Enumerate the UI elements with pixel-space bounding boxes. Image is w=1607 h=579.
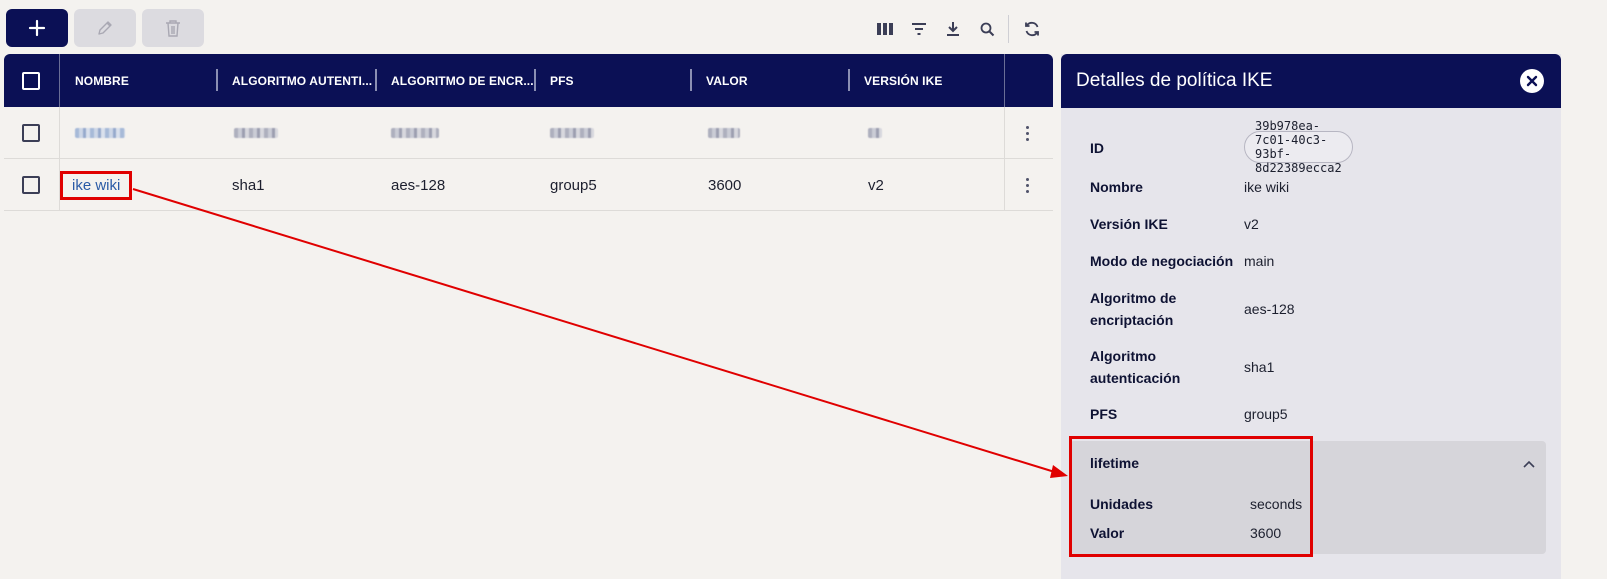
refresh-button[interactable]: [1015, 14, 1049, 44]
column-header-label: PFS: [550, 73, 574, 88]
field-value: ike wiki: [1244, 179, 1290, 195]
column-divider: [1004, 159, 1005, 211]
row-checkbox-cell: [22, 107, 40, 159]
row-cell-algoritmo-autenticacion: [234, 107, 278, 159]
refresh-icon: [1025, 21, 1039, 37]
ike-policies-table: NOMBRE ALGORITMO AUTENTI... ALGORITMO DE…: [4, 54, 1053, 211]
column-resizer[interactable]: [534, 69, 536, 91]
download-icon: [947, 22, 959, 36]
table-header: NOMBRE ALGORITMO AUTENTI... ALGORITMO DE…: [4, 54, 1053, 107]
column-header-nombre[interactable]: NOMBRE: [75, 54, 215, 107]
columns-button[interactable]: [868, 14, 902, 44]
column-divider: [1004, 54, 1005, 107]
field-label: PFS: [1090, 406, 1118, 422]
row-cell-algoritmo-autenticacion: sha1: [232, 176, 265, 194]
row-checkbox[interactable]: [22, 176, 40, 194]
columns-icon: [877, 23, 893, 35]
row-actions-button[interactable]: [1026, 159, 1029, 211]
pencil-icon: [98, 21, 112, 35]
chevron-up-icon: [1523, 460, 1535, 468]
row-cell-valor: [708, 107, 740, 159]
add-button[interactable]: [6, 9, 68, 47]
close-icon: [1526, 75, 1538, 87]
download-button[interactable]: [936, 14, 970, 44]
field-label: Algoritmo autenticación: [1090, 348, 1181, 386]
row-cell-algoritmo-encriptacion: aes-128: [391, 176, 446, 194]
column-header-label: VERSIÓN IKE: [864, 73, 943, 88]
filter-button[interactable]: [902, 14, 936, 44]
details-panel-title: Detalles de política IKE: [1076, 70, 1273, 91]
kebab-menu-icon: [1026, 125, 1029, 141]
collapse-button[interactable]: [1518, 453, 1540, 475]
column-resizer[interactable]: [690, 69, 692, 91]
field-value: sha1: [1244, 359, 1275, 375]
table-row[interactable]: ike wiki sha1 aes-128 group5 3600 v2: [4, 159, 1053, 211]
close-button[interactable]: [1520, 69, 1544, 93]
row-cell-version-ike: v2: [868, 176, 884, 194]
row-cell-nombre: ike wiki: [60, 159, 133, 211]
column-divider: [59, 54, 60, 107]
toolbar-divider: [1008, 15, 1009, 43]
redacted-text: [234, 128, 278, 138]
trash-icon: [166, 20, 180, 37]
column-header-algoritmo-encriptacion[interactable]: ALGORITMO DE ENCR...: [391, 54, 533, 107]
policy-name-link[interactable]: ike wiki: [60, 170, 133, 200]
redacted-text: [868, 128, 882, 138]
column-header-label: ALGORITMO DE ENCR...: [391, 73, 533, 88]
column-resizer[interactable]: [216, 69, 218, 91]
select-all-checkbox[interactable]: [22, 71, 40, 90]
filter-icon: [912, 23, 926, 35]
column-header-valor[interactable]: VALOR: [706, 54, 846, 107]
annotation-highlight-box: [1069, 436, 1313, 557]
column-header-label: NOMBRE: [75, 73, 129, 88]
field-label: Nombre: [1090, 179, 1143, 195]
column-header-label: ALGORITMO AUTENTI...: [232, 73, 373, 88]
row-cell-algoritmo-encriptacion: [391, 107, 439, 159]
table-row[interactable]: [4, 107, 1053, 159]
row-cell-nombre: [75, 107, 125, 159]
column-divider: [1004, 107, 1005, 159]
search-button[interactable]: [970, 14, 1004, 44]
column-resizer[interactable]: [375, 69, 377, 91]
delete-button[interactable]: [142, 9, 204, 47]
redacted-text: [708, 128, 740, 138]
select-all-checkbox-cell: [22, 54, 40, 107]
column-header-algoritmo-autenticacion[interactable]: ALGORITMO AUTENTI...: [232, 54, 374, 107]
field-label: Modo de negociación: [1090, 253, 1234, 269]
row-cell-pfs: [550, 107, 594, 159]
row-checkbox-cell: [22, 159, 40, 211]
field-label: Versión IKE: [1090, 216, 1168, 232]
field-value: group5: [1244, 406, 1288, 422]
field-value: aes-128: [1244, 301, 1295, 317]
row-cell-pfs: group5: [550, 176, 597, 194]
field-value: v2: [1244, 216, 1259, 232]
id-chip[interactable]: 39b978ea-7c01-40c3-93bf-8d22389ecca2: [1244, 119, 1353, 175]
redacted-text: [550, 128, 594, 138]
redacted-text: [391, 128, 439, 138]
row-cell-version-ike: [868, 107, 882, 159]
row-actions-button[interactable]: [1026, 107, 1029, 159]
kebab-menu-icon: [1026, 177, 1029, 193]
field-label: ID: [1090, 140, 1104, 156]
column-header-version-ike[interactable]: VERSIÓN IKE: [864, 54, 1004, 107]
edit-button[interactable]: [74, 9, 136, 47]
details-panel-header: Detalles de política IKE: [1061, 54, 1561, 108]
toolbar: [6, 9, 204, 47]
redacted-text: [75, 128, 125, 138]
column-divider: [59, 107, 60, 159]
plus-icon: [28, 19, 46, 37]
field-label: Algoritmo de encriptación: [1090, 290, 1177, 328]
table-tools: [868, 14, 1049, 44]
row-cell-valor: 3600: [708, 176, 742, 194]
column-header-pfs[interactable]: PFS: [550, 54, 690, 107]
column-resizer[interactable]: [848, 69, 850, 91]
field-value: main: [1244, 253, 1275, 269]
row-checkbox[interactable]: [22, 124, 40, 142]
search-icon: [980, 22, 994, 36]
column-header-label: VALOR: [706, 73, 748, 88]
